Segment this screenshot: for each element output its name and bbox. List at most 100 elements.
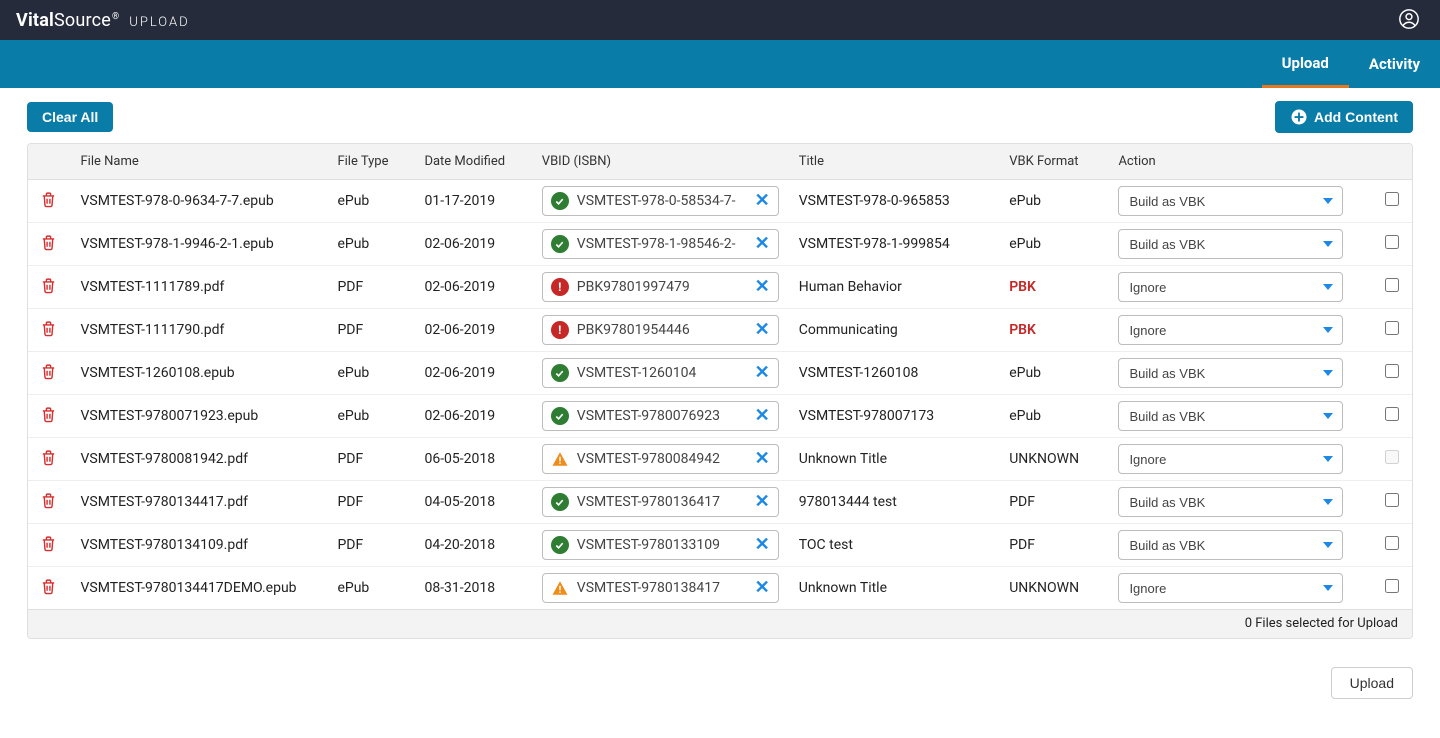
col-title: Title xyxy=(789,144,999,180)
clear-vbid-icon[interactable]: ✕ xyxy=(753,407,772,425)
upload-button[interactable]: Upload xyxy=(1331,667,1413,699)
vbid-field[interactable]: VSMTEST-9780138417✕ xyxy=(542,573,779,603)
delete-button[interactable] xyxy=(38,275,59,299)
action-select[interactable]: Build as VBKIgnore xyxy=(1118,444,1343,474)
status-ok-icon xyxy=(551,235,569,253)
delete-button[interactable] xyxy=(38,361,59,385)
cell-file-name: VSMTEST-9780134417.pdf xyxy=(70,481,327,524)
clear-vbid-icon[interactable]: ✕ xyxy=(753,579,772,597)
delete-button[interactable] xyxy=(38,404,59,428)
col-date: Date Modified xyxy=(414,144,531,180)
trash-icon xyxy=(40,578,57,595)
tab-bar: Upload Activity xyxy=(0,40,1440,88)
status-error-icon: ! xyxy=(551,278,569,296)
cell-file-name: VSMTEST-978-1-9946-2-1.epub xyxy=(70,223,327,266)
row-checkbox[interactable] xyxy=(1385,321,1399,335)
delete-button[interactable] xyxy=(38,490,59,514)
cell-title: Unknown Title xyxy=(789,567,999,610)
vbid-field[interactable]: VSMTEST-978-0-58534-7-✕ xyxy=(542,186,779,216)
clear-vbid-icon[interactable]: ✕ xyxy=(753,192,772,210)
action-row: Clear All Add Content xyxy=(0,88,1440,143)
plus-circle-icon xyxy=(1290,108,1308,126)
action-select[interactable]: Build as VBKIgnore xyxy=(1118,186,1343,216)
trash-icon xyxy=(40,234,57,251)
vbid-field[interactable]: VSMTEST-1260104✕ xyxy=(542,358,779,388)
clear-vbid-icon[interactable]: ✕ xyxy=(753,493,772,511)
cell-title: Unknown Title xyxy=(789,438,999,481)
row-checkbox[interactable] xyxy=(1385,407,1399,421)
cell-file-type: ePub xyxy=(327,395,414,438)
vbid-field[interactable]: !PBK97801997479✕ xyxy=(542,272,779,302)
cell-file-name: VSMTEST-1111789.pdf xyxy=(70,266,327,309)
trash-icon xyxy=(40,406,57,423)
cell-file-type: PDF xyxy=(327,309,414,352)
cell-file-type: PDF xyxy=(327,481,414,524)
vbid-field[interactable]: VSMTEST-9780076923 ✕ xyxy=(542,401,779,431)
cell-date: 02-06-2019 xyxy=(414,266,531,309)
status-error-icon: ! xyxy=(551,321,569,339)
vbid-value: VSMTEST-9780084942 xyxy=(577,451,745,467)
col-action: Action xyxy=(1108,144,1371,180)
clear-vbid-icon[interactable]: ✕ xyxy=(753,235,772,253)
action-select[interactable]: Build as VBKIgnore xyxy=(1118,358,1343,388)
vbid-field[interactable]: VSMTEST-9780136417✕ xyxy=(542,487,779,517)
cell-vbk-format: ePub xyxy=(999,223,1108,266)
vbid-field[interactable]: VSMTEST-9780133109✕ xyxy=(542,530,779,560)
trash-icon xyxy=(40,191,57,208)
vbid-value: VSMTEST-9780076923 xyxy=(577,408,745,424)
user-menu-button[interactable] xyxy=(1394,4,1424,37)
action-select[interactable]: Build as VBKIgnore xyxy=(1118,272,1343,302)
action-select[interactable]: Build as VBKIgnore xyxy=(1118,530,1343,560)
vbid-field[interactable]: VSMTEST-978-1-98546-2-✕ xyxy=(542,229,779,259)
col-file-type: File Type xyxy=(327,144,414,180)
cell-file-type: ePub xyxy=(327,180,414,223)
row-checkbox[interactable] xyxy=(1385,192,1399,206)
cell-file-type: ePub xyxy=(327,567,414,610)
table-row: VSMTEST-1111790.pdfPDF02-06-2019!PBK9780… xyxy=(28,309,1412,352)
delete-button[interactable] xyxy=(38,576,59,600)
action-select[interactable]: Build as VBKIgnore xyxy=(1118,401,1343,431)
action-select[interactable]: Build as VBKIgnore xyxy=(1118,487,1343,517)
row-checkbox[interactable] xyxy=(1385,235,1399,249)
vbid-field[interactable]: !PBK97801954446✕ xyxy=(542,315,779,345)
delete-button[interactable] xyxy=(38,232,59,256)
cell-date: 02-06-2019 xyxy=(414,352,531,395)
cell-date: 08-31-2018 xyxy=(414,567,531,610)
action-select[interactable]: Build as VBKIgnore xyxy=(1118,229,1343,259)
vbid-field[interactable]: VSMTEST-9780084942 ✕ xyxy=(542,444,779,474)
trash-icon xyxy=(40,449,57,466)
cell-vbk-format: ePub xyxy=(999,395,1108,438)
row-checkbox xyxy=(1385,450,1399,464)
delete-button[interactable] xyxy=(38,189,59,213)
status-ok-icon xyxy=(551,493,569,511)
row-checkbox[interactable] xyxy=(1385,536,1399,550)
action-select[interactable]: Build as VBKIgnore xyxy=(1118,573,1343,603)
row-checkbox[interactable] xyxy=(1385,493,1399,507)
clear-vbid-icon[interactable]: ✕ xyxy=(753,278,772,296)
clear-all-button[interactable]: Clear All xyxy=(27,102,113,132)
table-row: VSMTEST-9780081942.pdfPDF06-05-2018VSMTE… xyxy=(28,438,1412,481)
delete-button[interactable] xyxy=(38,318,59,342)
tab-upload[interactable]: Upload xyxy=(1262,40,1349,88)
cell-date: 02-06-2019 xyxy=(414,223,531,266)
action-select[interactable]: Build as VBKIgnore xyxy=(1118,315,1343,345)
cell-date: 04-05-2018 xyxy=(414,481,531,524)
delete-button[interactable] xyxy=(38,533,59,557)
trash-icon xyxy=(40,492,57,509)
clear-vbid-icon[interactable]: ✕ xyxy=(753,364,772,382)
clear-vbid-icon[interactable]: ✕ xyxy=(753,321,772,339)
row-checkbox[interactable] xyxy=(1385,364,1399,378)
selection-summary: 0 Files selected for Upload xyxy=(28,610,1412,638)
delete-button[interactable] xyxy=(38,447,59,471)
cell-title: TOC test xyxy=(789,524,999,567)
tab-activity[interactable]: Activity xyxy=(1349,40,1440,88)
cell-vbk-format: PBK xyxy=(999,266,1108,309)
row-checkbox[interactable] xyxy=(1385,579,1399,593)
cell-date: 02-06-2019 xyxy=(414,395,531,438)
add-content-button[interactable]: Add Content xyxy=(1275,101,1413,133)
status-ok-icon xyxy=(551,192,569,210)
row-checkbox[interactable] xyxy=(1385,278,1399,292)
clear-vbid-icon[interactable]: ✕ xyxy=(753,450,772,468)
cell-title: 978013444 test xyxy=(789,481,999,524)
clear-vbid-icon[interactable]: ✕ xyxy=(753,536,772,554)
